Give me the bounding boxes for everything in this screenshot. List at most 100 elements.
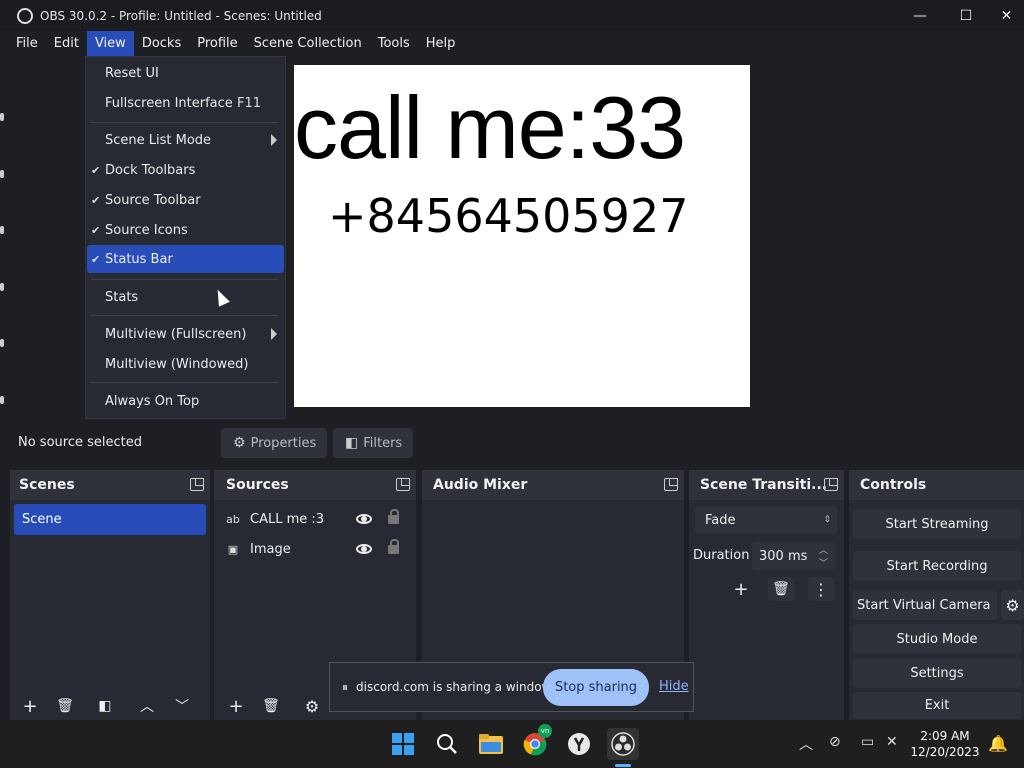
remove-source-button[interactable]: 🗑 bbox=[258, 694, 284, 718]
menu-view[interactable]: View bbox=[86, 31, 134, 56]
exit-button[interactable]: Exit bbox=[853, 692, 1021, 719]
virtual-camera-settings-gear-icon[interactable]: ⚙ bbox=[1001, 590, 1024, 620]
network-icon[interactable]: ⊘ bbox=[829, 734, 841, 750]
display-icon[interactable]: ▭ bbox=[861, 734, 874, 750]
menu-tools[interactable]: Tools bbox=[370, 31, 418, 56]
menu-item-multiview-windowed[interactable]: Multiview (Windowed) bbox=[86, 350, 285, 378]
start-streaming-button[interactable]: Start Streaming bbox=[853, 509, 1021, 539]
menu-file[interactable]: File bbox=[8, 31, 46, 56]
undock-icon[interactable] bbox=[664, 478, 678, 491]
chrome-profile-badge: vn bbox=[538, 724, 552, 738]
source-item-image[interactable]: ▣ Image bbox=[222, 535, 412, 563]
sources-dock-header: Sources bbox=[214, 470, 416, 500]
updown-arrow-icon: ⇕ bbox=[823, 515, 831, 525]
source-properties-gear-icon[interactable]: ⚙ bbox=[299, 694, 325, 718]
title-bar: OBS 30.0.2 - Profile: Untitled - Scenes:… bbox=[0, 0, 1024, 31]
file-explorer-icon[interactable] bbox=[475, 728, 507, 760]
remove-transition-button[interactable]: 🗑 bbox=[768, 577, 794, 601]
scene-filters-button[interactable]: ◧ bbox=[92, 694, 118, 718]
clock-date: 12/20/2023 bbox=[910, 745, 980, 759]
edge-dot bbox=[0, 226, 4, 234]
shortcut-f11: F11 bbox=[236, 95, 261, 111]
checkmark-icon: ✔ bbox=[91, 252, 101, 266]
undock-icon[interactable] bbox=[190, 478, 204, 491]
properties-button[interactable]: ⚙ Properties bbox=[221, 428, 327, 458]
menu-item-status-bar[interactable]: ✔ Status Bar bbox=[87, 245, 284, 273]
menu-item-always-on-top[interactable]: Always On Top bbox=[86, 387, 285, 415]
menu-item-multiview-fullscreen[interactable]: Multiview (Fullscreen) bbox=[86, 320, 285, 348]
window-title: OBS 30.0.2 - Profile: Untitled - Scenes:… bbox=[40, 8, 322, 23]
menu-separator bbox=[91, 382, 278, 383]
windows-start-icon[interactable] bbox=[387, 728, 419, 760]
menu-item-dock-toolbars[interactable]: ✔ Dock Toolbars bbox=[86, 156, 285, 184]
hide-link[interactable]: Hide bbox=[659, 679, 689, 694]
scene-list-item[interactable]: Scene bbox=[14, 504, 206, 535]
preview-text-phone: +84564505927 bbox=[328, 189, 689, 243]
yandex-browser-icon[interactable] bbox=[563, 728, 595, 760]
maximize-button[interactable]: ☐ bbox=[943, 0, 989, 31]
menu-item-reset-ui[interactable]: Reset UI bbox=[86, 59, 285, 87]
add-scene-button[interactable]: + bbox=[17, 694, 43, 718]
filters-button[interactable]: ◧ Filters bbox=[333, 428, 413, 458]
duration-label: Duration bbox=[693, 548, 750, 563]
eye-icon[interactable] bbox=[356, 514, 372, 524]
menu-item-stats[interactable]: Stats bbox=[86, 283, 285, 311]
move-scene-down-button[interactable]: ﹀ bbox=[169, 694, 195, 718]
lock-icon[interactable] bbox=[388, 539, 399, 554]
remove-scene-button[interactable]: 🗑 bbox=[52, 694, 78, 718]
obs-taskbar-icon[interactable] bbox=[607, 728, 639, 760]
add-source-button[interactable]: + bbox=[223, 694, 249, 718]
mute-speaker-icon[interactable]: ✕ bbox=[886, 734, 898, 750]
start-recording-button[interactable]: Start Recording bbox=[853, 551, 1021, 581]
taskbar: vn ︿ ⊘ ▭ ✕ 2:09 AM 12/20/2023 🔔 bbox=[0, 720, 1024, 768]
text-source-icon: ab bbox=[226, 512, 240, 526]
screen-share-notification: ⏸ discord.com is sharing a window. Stop … bbox=[329, 662, 694, 712]
transition-select[interactable]: Fade ⇕ bbox=[695, 506, 837, 534]
edge-dot bbox=[0, 113, 4, 121]
image-source-icon: ▣ bbox=[227, 542, 239, 556]
no-source-label: No source selected bbox=[18, 435, 142, 450]
stop-sharing-button[interactable]: Stop sharing bbox=[543, 669, 649, 706]
lock-icon[interactable] bbox=[388, 509, 399, 524]
scene-transitions-dock: Scene Transiti... Fade ⇕ Duration 300 ms… bbox=[689, 470, 844, 720]
minimize-button[interactable]: — bbox=[897, 0, 943, 31]
chrome-icon[interactable]: vn bbox=[519, 724, 552, 760]
menu-item-source-icons[interactable]: ✔ Source Icons bbox=[86, 216, 285, 244]
edge-dot bbox=[0, 170, 4, 178]
scenes-dock-header: Scenes bbox=[10, 470, 210, 500]
spin-arrows-icon: ︿ ﹀ bbox=[818, 546, 828, 569]
active-app-indicator bbox=[615, 764, 631, 767]
menu-edit[interactable]: Edit bbox=[46, 31, 87, 56]
menu-scene-collection[interactable]: Scene Collection bbox=[246, 31, 370, 56]
menu-item-scene-list-mode[interactable]: Scene List Mode bbox=[86, 126, 285, 154]
share-message: discord.com is sharing a window. bbox=[356, 680, 555, 694]
notification-bell-icon[interactable]: 🔔 bbox=[988, 734, 1008, 753]
move-scene-up-button[interactable]: ︿ bbox=[134, 694, 160, 718]
source-item-text[interactable]: ab CALL me :3 bbox=[222, 505, 412, 533]
menu-item-fullscreen[interactable]: Fullscreen Interface F11 bbox=[86, 89, 285, 117]
add-transition-button[interactable]: + bbox=[728, 577, 754, 601]
undock-icon[interactable] bbox=[824, 478, 838, 491]
duration-spinbox[interactable]: 300 ms ︿ ﹀ bbox=[752, 542, 836, 570]
show-hidden-icons-chevron-icon[interactable]: ︿ bbox=[799, 734, 813, 754]
checkmark-icon: ✔ bbox=[91, 223, 101, 237]
studio-mode-button[interactable]: Studio Mode bbox=[853, 624, 1021, 654]
clock-time: 2:09 AM bbox=[920, 729, 970, 743]
menu-docks[interactable]: Docks bbox=[134, 31, 189, 56]
menu-profile[interactable]: Profile bbox=[189, 31, 245, 56]
clock[interactable]: 2:09 AM 12/20/2023 bbox=[910, 728, 980, 760]
menu-item-source-toolbar[interactable]: ✔ Source Toolbar bbox=[86, 186, 285, 214]
eye-icon[interactable] bbox=[356, 544, 372, 554]
edge-dot bbox=[0, 283, 4, 291]
menu-help[interactable]: Help bbox=[418, 31, 464, 56]
source-toolbar: No source selected ⚙ Properties ◧ Filter… bbox=[0, 427, 1024, 459]
transition-more-icon[interactable]: ⋮ bbox=[808, 577, 834, 601]
search-icon[interactable] bbox=[431, 728, 463, 760]
preview-canvas[interactable]: call me:33 +84564505927 bbox=[294, 65, 750, 407]
edge-dot bbox=[0, 339, 4, 347]
close-button[interactable]: ✕ bbox=[989, 0, 1024, 31]
settings-button[interactable]: Settings bbox=[853, 658, 1021, 688]
start-virtual-camera-button[interactable]: Start Virtual Camera bbox=[853, 590, 997, 620]
undock-icon[interactable] bbox=[396, 478, 410, 491]
checkmark-icon: ✔ bbox=[91, 193, 101, 207]
